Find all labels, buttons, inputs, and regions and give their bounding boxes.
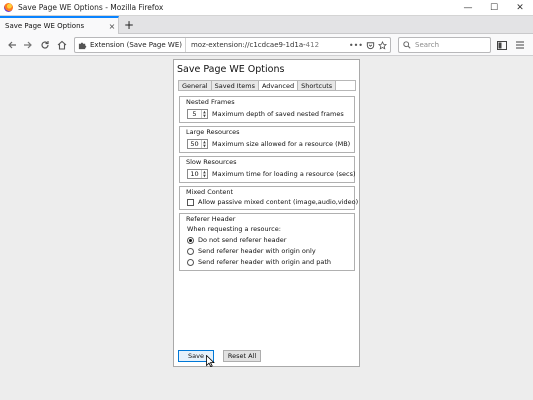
referer-intro-row: When requesting a resource: — [187, 225, 281, 233]
menu-button[interactable] — [512, 37, 528, 53]
radio-button[interactable] — [187, 258, 194, 266]
stepper-arrows[interactable]: ▲ ▼ — [201, 110, 207, 118]
url-main: moz-extension://c1cdcae9-1d1a- — [190, 41, 306, 49]
window-controls: — ☐ ✕ — [455, 0, 533, 16]
referer-option-label: Send referer header with origin and path — [198, 258, 331, 266]
url-actions: ••• — [349, 40, 387, 50]
referer-option-none[interactable]: Do not send referer header — [187, 236, 286, 244]
large-resources-row: 50 ▲ ▼ Maximum size allowed for a resourc… — [187, 139, 350, 149]
reload-button[interactable] — [37, 37, 53, 53]
slow-resources-row: 10 ▲ ▼ Maximum time for loading a resourc… — [187, 169, 356, 179]
sidebar-icon — [497, 40, 507, 50]
nested-frames-value: 5 — [192, 110, 197, 118]
window-title: Save Page WE Options - Mozilla Firefox — [18, 3, 164, 12]
tab-general[interactable]: General — [179, 81, 212, 90]
navigation-toolbar: Extension (Save Page WE) moz-extension:/… — [0, 34, 533, 56]
hamburger-menu-icon — [516, 41, 524, 49]
slow-resources-group: Slow Resources 10 ▲ ▼ Maximum time for lo… — [179, 156, 356, 183]
firefox-logo-icon — [4, 3, 13, 12]
tab-title: Save Page WE Options — [5, 22, 85, 30]
reload-icon — [41, 41, 49, 49]
mixed-content-group: Mixed Content Allow passive mixed conten… — [179, 186, 358, 210]
referer-option-label: Do not send referer header — [198, 236, 287, 244]
bookmark-star-icon[interactable] — [378, 40, 387, 50]
mixed-content-row: Allow passive mixed content (image,audio… — [187, 198, 358, 206]
pocket-icon[interactable] — [366, 41, 375, 50]
tab-close-button[interactable]: × — [106, 22, 118, 31]
nested-frames-label: Maximum depth of saved nested frames — [212, 110, 344, 118]
stepper-down-icon[interactable]: ▼ — [202, 114, 207, 118]
large-resources-value: 50 — [190, 140, 199, 148]
url-tail: 412 — [305, 41, 320, 49]
nested-frames-group: Nested Frames 5 ▲ ▼ Maximum depth of save… — [179, 96, 355, 123]
referer-option-label: Send referer header with origin only — [198, 247, 316, 255]
mixed-content-title: Mixed Content — [186, 188, 234, 196]
referer-header-group: Referer Header When requesting a resourc… — [179, 213, 355, 271]
page-title: Save Page WE Options — [177, 64, 285, 75]
arrow-right-icon — [24, 41, 32, 49]
forward-button[interactable] — [20, 37, 36, 53]
slow-resources-label: Maximum time for loading a resource (sec… — [212, 170, 356, 178]
nested-frames-stepper[interactable]: 5 ▲ ▼ — [187, 109, 208, 119]
close-window-button[interactable]: ✕ — [507, 0, 533, 16]
tab-advanced[interactable]: Advanced — [258, 81, 299, 90]
search-icon — [403, 41, 411, 49]
window-titlebar: Save Page WE Options - Mozilla Firefox —… — [0, 0, 533, 16]
browser-tab-active[interactable]: Save Page WE Options × — [0, 16, 119, 34]
slow-resources-value: 10 — [190, 170, 199, 178]
maximize-button[interactable]: ☐ — [481, 0, 507, 16]
referer-header-title: Referer Header — [186, 215, 236, 223]
tab-shortcuts[interactable]: Shortcuts — [298, 81, 337, 90]
referer-option-origin-path[interactable]: Send referer header with origin and path — [187, 258, 331, 266]
radio-button[interactable] — [187, 236, 194, 244]
options-tabs: General Saved Items Advanced Shortcuts — [178, 80, 356, 91]
extension-label: Extension (Save Page WE) — [90, 41, 182, 49]
stepper-down-icon[interactable]: ▼ — [202, 144, 207, 148]
tab-saved-items[interactable]: Saved Items — [211, 81, 259, 90]
back-button[interactable] — [4, 37, 20, 53]
large-resources-title: Large Resources — [186, 128, 240, 136]
large-resources-stepper[interactable]: 50 ▲ ▼ — [187, 139, 208, 149]
home-icon — [57, 40, 67, 50]
mouse-pointer-icon — [206, 355, 215, 367]
search-input[interactable] — [415, 41, 485, 49]
stepper-arrows[interactable]: ▲ ▼ — [201, 140, 207, 148]
page-actions-button[interactable]: ••• — [349, 41, 363, 50]
slow-resources-stepper[interactable]: 10 ▲ ▼ — [187, 169, 208, 179]
referer-intro-text: When requesting a resource: — [187, 225, 281, 233]
options-panel: Save Page WE Options General Saved Items… — [173, 59, 360, 367]
slow-resources-title: Slow Resources — [186, 158, 237, 166]
stepper-arrows[interactable]: ▲ ▼ — [201, 170, 207, 178]
referer-option-origin[interactable]: Send referer header with origin only — [187, 247, 316, 255]
minimize-button[interactable]: — — [455, 0, 481, 16]
large-resources-label: Maximum size allowed for a resource (MB) — [212, 140, 351, 148]
puzzle-piece-icon — [78, 42, 87, 49]
stepper-down-icon[interactable]: ▼ — [202, 174, 207, 178]
nested-frames-title: Nested Frames — [186, 98, 235, 106]
large-resources-group: Large Resources 50 ▲ ▼ Maximum size allow… — [179, 126, 355, 153]
radio-button[interactable] — [187, 247, 194, 255]
home-button[interactable] — [54, 37, 70, 53]
extension-identity-box[interactable]: Extension (Save Page WE) — [75, 38, 186, 52]
reset-all-button[interactable]: Reset All — [223, 350, 261, 362]
mixed-content-checkbox[interactable] — [187, 198, 194, 206]
url-bar[interactable]: Extension (Save Page WE) moz-extension:/… — [74, 37, 391, 53]
tab-strip: Save Page WE Options × + — [0, 16, 533, 34]
url-text: moz-extension://c1cdcae9-1d1a-412 — [191, 41, 349, 49]
mixed-content-label: Allow passive mixed content (image,audio… — [198, 198, 359, 206]
nested-frames-row: 5 ▲ ▼ Maximum depth of saved nested frame… — [187, 109, 344, 119]
new-tab-button[interactable]: + — [121, 17, 137, 33]
arrow-left-icon — [8, 41, 16, 49]
sidebar-toggle-button[interactable] — [494, 37, 510, 53]
search-bar[interactable] — [398, 37, 491, 53]
